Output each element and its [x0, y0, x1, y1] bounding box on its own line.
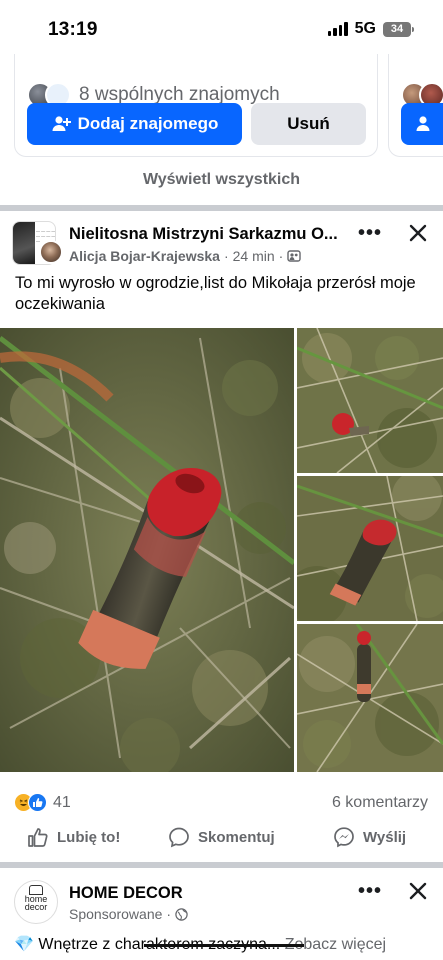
ad-meta: Sponsorowane ·: [69, 906, 188, 922]
advertiser-avatar[interactable]: home decor: [14, 880, 58, 924]
advertiser-name[interactable]: HOME DECOR: [69, 884, 183, 903]
advertiser-logo-text: home decor: [24, 894, 48, 912]
remove-button[interactable]: Usuń: [251, 103, 366, 145]
ad-text: 💎 Wnętrze z charakterem zaczyna... Zobac…: [14, 934, 386, 954]
more-dots-icon[interactable]: •••: [358, 222, 382, 245]
add-friend-label: Dodaj znajomego: [77, 114, 219, 133]
comments-count[interactable]: 6 komentarzy: [332, 794, 428, 812]
status-bar: 13:19 5G 34: [0, 0, 443, 54]
thumbs-up-icon: [28, 828, 48, 847]
signal-icon: [327, 22, 348, 36]
post-actions: Lubię to! Skomentuj Wyślij: [0, 826, 443, 852]
more-dots-icon[interactable]: •••: [358, 880, 382, 903]
author-avatar[interactable]: [39, 240, 63, 264]
comment-button[interactable]: Skomentuj: [168, 826, 275, 848]
feed-divider: [0, 205, 443, 211]
feed-divider: [0, 862, 443, 868]
status-indicators: 5G 34: [327, 20, 414, 38]
add-friend-button[interactable]: [401, 103, 443, 145]
post-photo-main[interactable]: [0, 328, 294, 772]
diamond-icon: 💎: [14, 936, 34, 953]
post-photo-2[interactable]: [297, 328, 443, 473]
like-label: Lubię to!: [57, 828, 121, 846]
network-label: 5G: [354, 20, 376, 37]
post-meta: Alicja Bojar-Krajewska · 24 min ·: [69, 248, 302, 264]
person-add-icon: [52, 116, 71, 131]
house-icon: [29, 885, 43, 895]
comment-label: Skomentuj: [198, 828, 275, 846]
share-button[interactable]: Wyślij: [333, 826, 406, 848]
post-time[interactable]: 24 min: [233, 248, 275, 264]
post-text: To mi wyrosło w ogrodzie,list do Mikołaj…: [15, 274, 416, 313]
see-all-link[interactable]: Wyświetl wszystkich: [0, 171, 443, 189]
redaction-line: [144, 944, 304, 947]
share-label: Wyślij: [363, 828, 407, 846]
group-icon: [287, 250, 302, 262]
meta-separator: ·: [166, 906, 172, 922]
add-friend-button[interactable]: Dodaj znajomego: [27, 103, 242, 145]
meta-separator: ·: [278, 248, 284, 264]
close-icon[interactable]: [405, 878, 431, 904]
battery-icon: 34: [383, 21, 414, 37]
like-reaction-icon: [28, 793, 47, 812]
post-photo-4[interactable]: [297, 624, 443, 772]
status-time: 13:19: [48, 19, 98, 40]
post-photo-3[interactable]: [297, 476, 443, 621]
reactions-summary[interactable]: 41: [14, 793, 71, 812]
messenger-icon: [334, 827, 354, 848]
group-name[interactable]: Nielitosna Mistrzyni Sarkazmu O...: [69, 225, 349, 244]
close-icon[interactable]: [405, 220, 431, 246]
person-add-icon: [416, 116, 430, 131]
author-name[interactable]: Alicja Bojar-Krajewska: [69, 248, 220, 264]
sponsored-label[interactable]: Sponsorowane: [69, 906, 162, 922]
comment-bubble-icon: [169, 827, 189, 848]
reaction-count: 41: [53, 793, 71, 811]
meta-separator: ·: [223, 248, 229, 264]
like-button[interactable]: Lubię to!: [27, 826, 120, 848]
globe-icon: [175, 907, 188, 921]
